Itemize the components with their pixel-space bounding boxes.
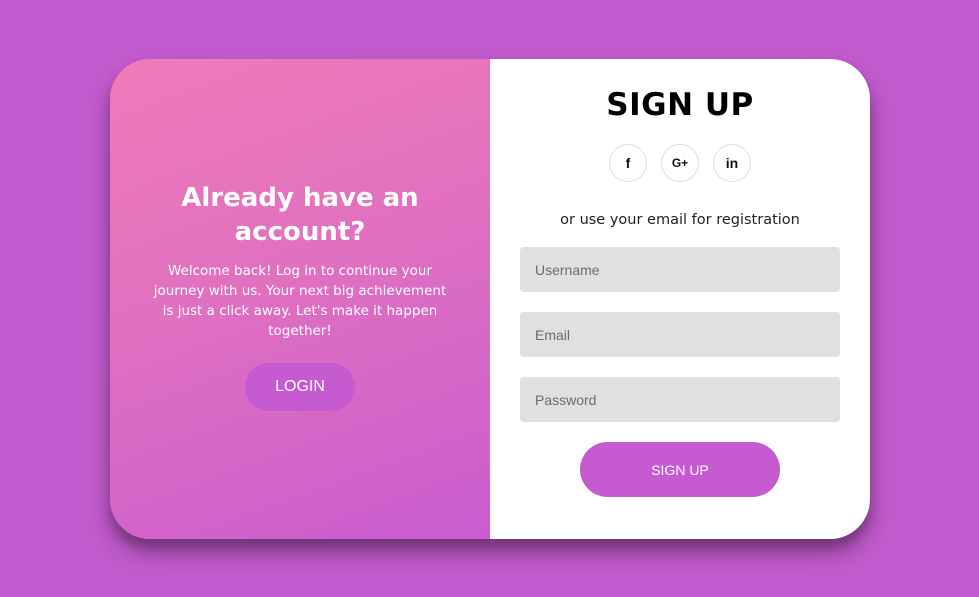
linkedin-icon[interactable]: in xyxy=(713,144,751,182)
email-input[interactable] xyxy=(520,312,840,357)
username-input[interactable] xyxy=(520,247,840,292)
auth-card: Already have an account? Welcome back! L… xyxy=(110,59,870,539)
signup-title: SIGN UP xyxy=(606,87,754,123)
login-panel-title: Already have an account? xyxy=(181,183,419,247)
signup-panel: SIGN UP f G+ in or use your email for re… xyxy=(490,59,870,539)
google-plus-icon[interactable]: G+ xyxy=(661,144,699,182)
signup-button[interactable]: SIGN UP xyxy=(580,442,780,497)
social-buttons: f G+ in xyxy=(609,144,751,182)
facebook-icon[interactable]: f xyxy=(609,144,647,182)
password-input[interactable] xyxy=(520,377,840,422)
login-panel-text: Welcome back! Log in to continue your jo… xyxy=(153,263,447,339)
registration-helper-text: or use your email for registration xyxy=(560,212,800,228)
login-button[interactable]: LOGIN xyxy=(245,363,355,411)
login-panel: Already have an account? Welcome back! L… xyxy=(110,59,490,539)
